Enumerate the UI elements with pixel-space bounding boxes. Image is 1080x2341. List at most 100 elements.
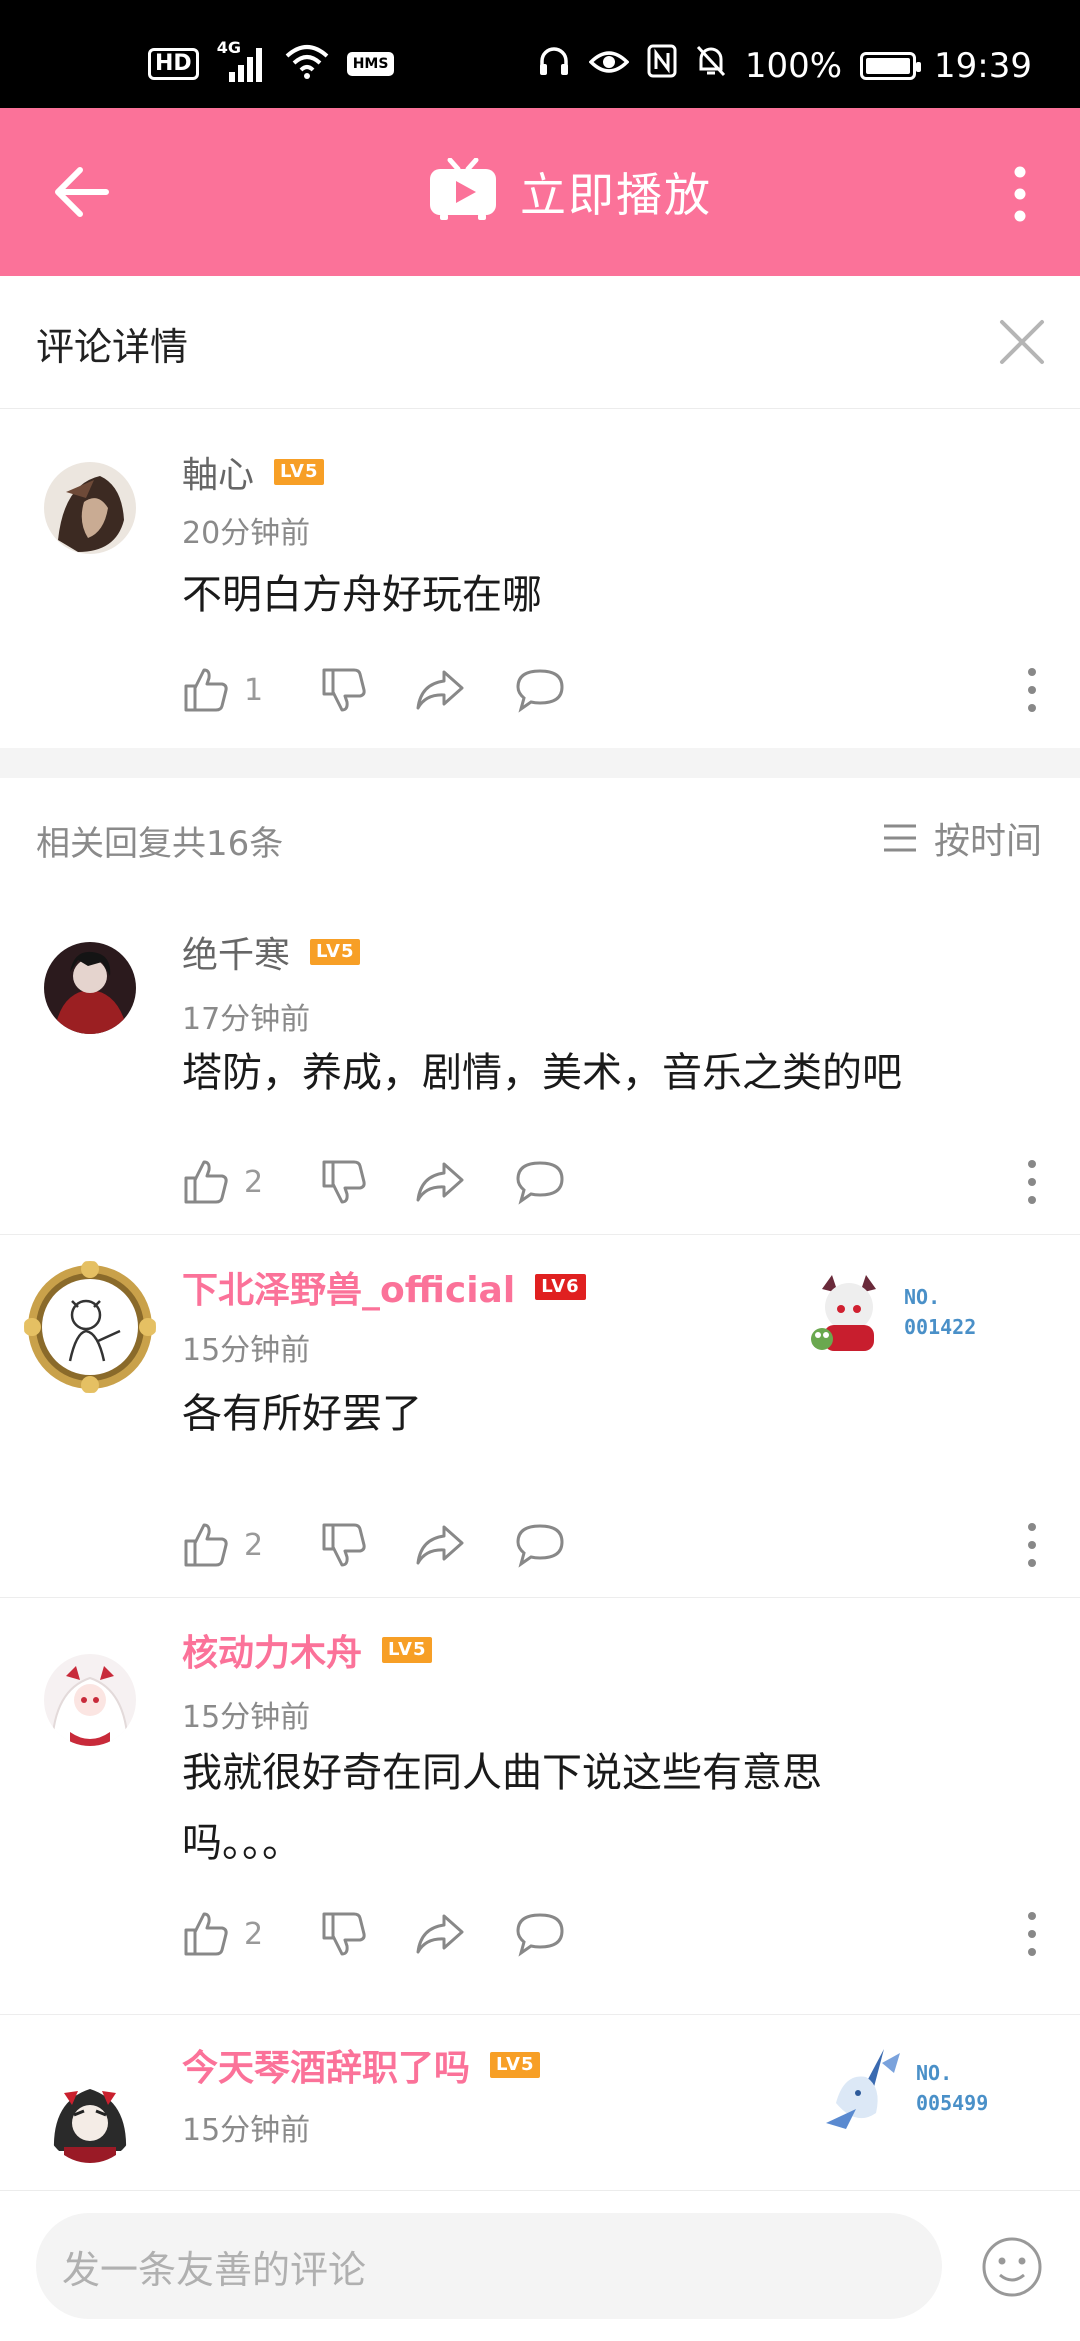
comment-detail-header: 评论详情	[0, 276, 1080, 409]
share-button[interactable]	[414, 1910, 466, 1958]
chat-bubble-icon	[516, 669, 564, 713]
comment-actions: 2	[182, 1521, 566, 1569]
chat-bubble-icon	[516, 1913, 564, 1957]
sort-list-icon	[883, 824, 916, 852]
share-icon	[416, 670, 464, 710]
fan-number: 005499	[916, 2091, 989, 2115]
username-row: 今天琴酒辞职了吗 LV5	[182, 2039, 541, 2091]
battery-icon	[860, 51, 922, 80]
avatar[interactable]	[44, 2071, 136, 2163]
reply-button[interactable]	[514, 1910, 566, 1958]
share-icon	[416, 1162, 464, 1202]
chat-bubble-icon	[516, 1524, 564, 1568]
thumbs-down-icon	[322, 668, 366, 712]
username[interactable]: 下北泽野兽_official	[182, 1261, 515, 1313]
like-button[interactable]: 2	[182, 1521, 294, 1569]
back-button[interactable]	[48, 156, 120, 228]
comment-actions: 1	[182, 666, 566, 714]
like-count: 2	[244, 1527, 264, 1563]
comment-text: 各有所好罢了	[182, 1391, 422, 1437]
status-bar: HD 4G HMS 100% 19:39	[0, 0, 1080, 108]
close-icon	[1000, 320, 1044, 364]
like-button[interactable]: 2	[182, 1158, 294, 1206]
share-button[interactable]	[414, 666, 466, 714]
username-row: 核动力木舟 LV5	[182, 1624, 433, 1676]
dislike-button[interactable]	[320, 1158, 368, 1206]
comment-text: 塔防，养成，剧情，美术，音乐之类的吧	[182, 1050, 902, 1096]
fan-medal-image	[816, 2043, 906, 2133]
comment-time: 17分钟前	[182, 1002, 311, 1037]
dislike-button[interactable]	[320, 1910, 368, 1958]
comment-text: 我就很好奇在同人曲下说这些有意思吗。。。	[182, 1750, 822, 1866]
fan-medal-image	[804, 1267, 894, 1357]
level-badge: LV5	[274, 459, 325, 485]
username[interactable]: 軸心	[182, 446, 254, 498]
share-button[interactable]	[414, 1521, 466, 1569]
eye-comfort-icon	[588, 46, 630, 86]
username[interactable]: 核动力木舟	[182, 1624, 362, 1676]
username-row: 下北泽野兽_official LV6	[182, 1261, 586, 1313]
avatar-with-frame[interactable]	[24, 1261, 156, 1393]
username[interactable]: 今天琴酒辞职了吗	[182, 2039, 470, 2091]
reply-button[interactable]	[514, 1521, 566, 1569]
panel-title: 评论详情	[36, 325, 189, 369]
comment-more-button[interactable]	[1024, 1517, 1040, 1573]
sort-by-time-button[interactable]: 按时间	[882, 812, 1042, 864]
reply-button[interactable]	[514, 666, 566, 714]
fan-number-label: NO.	[916, 2061, 953, 2085]
level-badge: LV5	[490, 2052, 541, 2078]
avatar[interactable]	[44, 942, 136, 1034]
clock: 19:39	[934, 45, 1032, 86]
play-now-label: 立即播放	[520, 168, 712, 222]
fan-medal-badge: NO. 005499	[816, 2043, 988, 2133]
comment-time: 15分钟前	[182, 1700, 311, 1735]
fan-medal-badge: NO. 001422	[804, 1267, 976, 1357]
signal-icon: 4G	[217, 38, 267, 82]
comment-more-button[interactable]	[1024, 1906, 1040, 1962]
sort-label: 按时间	[933, 821, 1042, 862]
like-button[interactable]: 2	[182, 1910, 294, 1958]
reply-count: 相关回复共16条	[36, 824, 284, 864]
username[interactable]: 绝千寒	[182, 926, 290, 978]
battery-percent: 100%	[744, 45, 843, 86]
like-count: 2	[244, 1916, 264, 1952]
close-button[interactable]	[994, 314, 1050, 370]
username-row: 绝千寒 LV5	[182, 926, 361, 978]
thumbs-down-icon	[322, 1523, 366, 1567]
more-options-button[interactable]	[990, 158, 1050, 230]
share-button[interactable]	[414, 1158, 466, 1206]
emoji-button[interactable]	[980, 2235, 1044, 2299]
nfc-icon	[647, 44, 677, 87]
emoji-icon	[982, 2237, 1042, 2297]
wifi-icon	[285, 44, 329, 84]
reply-button[interactable]	[514, 1158, 566, 1206]
play-now-button[interactable]: 立即播放	[428, 157, 712, 226]
thumbs-up-icon	[184, 1160, 228, 1204]
avatar[interactable]	[44, 462, 136, 554]
avatar[interactable]	[44, 1654, 136, 1746]
comment-time: 20分钟前	[182, 516, 311, 551]
comment-more-button[interactable]	[1024, 662, 1040, 718]
comment-input[interactable]: 发一条友善的评论	[36, 2213, 942, 2319]
chat-bubble-icon	[516, 1161, 564, 1205]
dislike-button[interactable]	[320, 666, 368, 714]
reply-item: 核动力木舟 LV5 15分钟前 我就很好奇在同人曲下说这些有意思吗。。。 2	[0, 1598, 1080, 2014]
mute-bell-icon	[695, 44, 727, 87]
more-vertical-icon	[1028, 1160, 1036, 1204]
thumbs-up-icon	[184, 1912, 228, 1956]
comment-more-button[interactable]	[1024, 1154, 1040, 1210]
dislike-button[interactable]	[320, 1521, 368, 1569]
like-button[interactable]: 1	[182, 666, 294, 714]
comment-time: 15分钟前	[182, 1333, 311, 1368]
more-vertical-icon	[1028, 1912, 1036, 1956]
like-count: 2	[244, 1164, 264, 1200]
hd-indicator: HD	[148, 48, 199, 80]
tv-play-icon	[428, 157, 498, 226]
level-badge: LV6	[535, 1274, 586, 1300]
section-gap	[0, 748, 1080, 778]
comment-actions: 2	[182, 1158, 566, 1206]
thumbs-down-icon	[322, 1912, 366, 1956]
thumbs-down-icon	[322, 1160, 366, 1204]
reply-item: 绝千寒 LV5 17分钟前 塔防，养成，剧情，美术，音乐之类的吧 2	[0, 898, 1080, 1234]
replies-header: 相关回复共16条 按时间	[0, 778, 1080, 898]
